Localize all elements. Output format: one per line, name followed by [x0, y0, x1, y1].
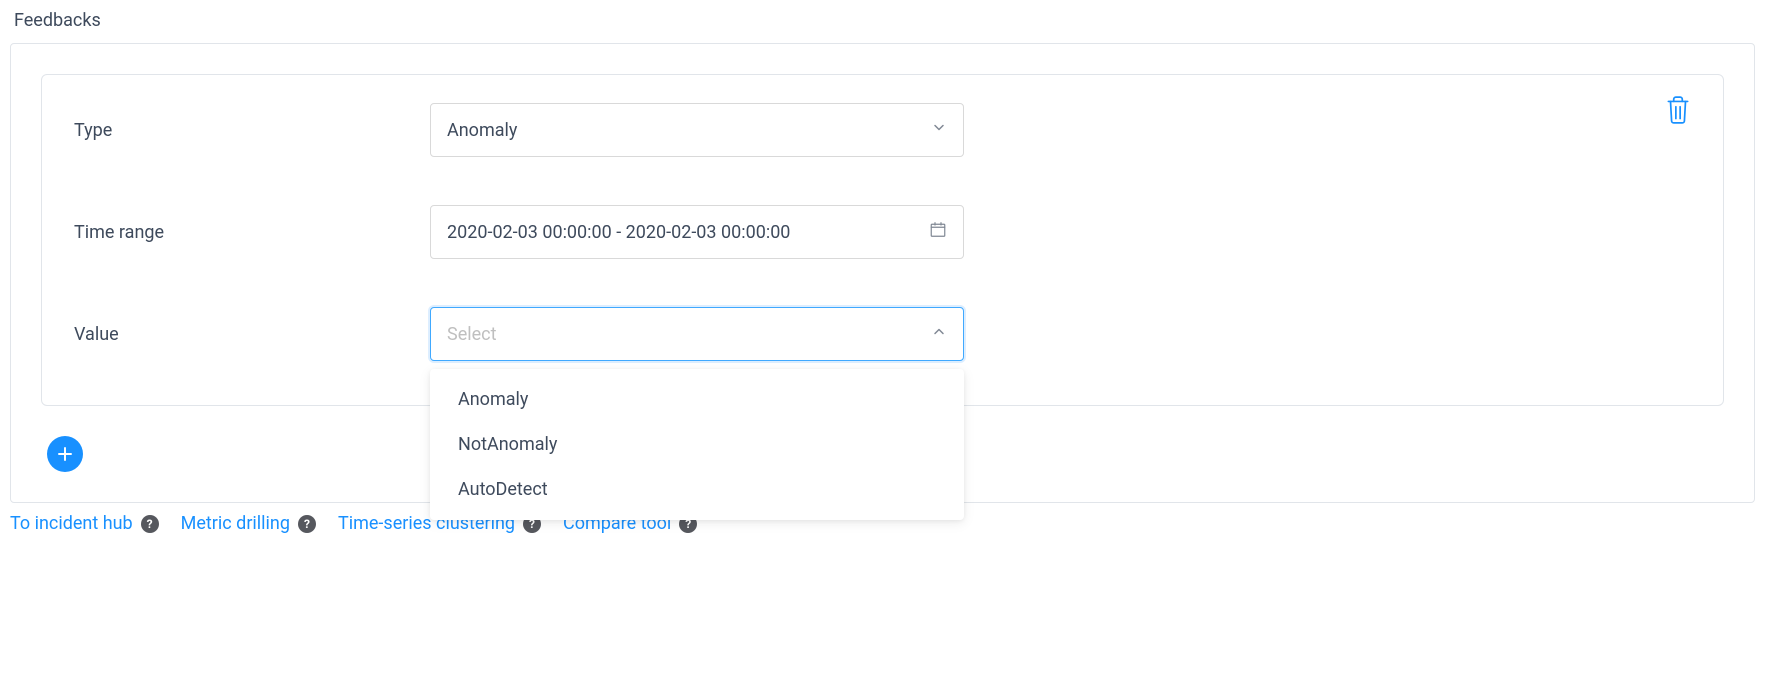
value-select[interactable]: Select [430, 307, 964, 361]
time-range-value: 2020-02-03 00:00:00 - 2020-02-03 00:00:0… [447, 222, 790, 243]
time-range-label: Time range [74, 222, 430, 243]
value-label: Value [74, 324, 430, 345]
value-option[interactable]: AutoDetect [430, 467, 964, 512]
trash-icon [1665, 95, 1691, 125]
help-icon[interactable]: ? [141, 515, 159, 533]
link-incident-hub[interactable]: To incident hub [10, 513, 133, 534]
calendar-icon [929, 221, 947, 244]
value-dropdown: Anomaly NotAnomaly AutoDetect [430, 369, 964, 520]
section-title: Feedbacks [14, 10, 1755, 31]
type-label: Type [74, 120, 430, 141]
type-select[interactable]: Anomaly [430, 103, 964, 157]
value-row: Value Select Anomaly NotAnomaly AutoDete… [74, 307, 1691, 361]
value-option[interactable]: NotAnomaly [430, 422, 964, 467]
help-icon[interactable]: ? [298, 515, 316, 533]
delete-button[interactable] [1665, 95, 1691, 128]
time-range-row: Time range 2020-02-03 00:00:00 - 2020-02… [74, 205, 1691, 259]
value-option[interactable]: Anomaly [430, 377, 964, 422]
chevron-down-icon [931, 120, 947, 141]
add-button[interactable] [47, 436, 83, 472]
type-select-value: Anomaly [447, 120, 517, 141]
feedback-card: Type Anomaly Time range 2020-02-03 00:00… [41, 74, 1724, 406]
time-range-input[interactable]: 2020-02-03 00:00:00 - 2020-02-03 00:00:0… [430, 205, 964, 259]
link-metric-drilling[interactable]: Metric drilling [181, 513, 290, 534]
value-select-placeholder: Select [447, 324, 496, 345]
type-row: Type Anomaly [74, 103, 1691, 157]
plus-icon [56, 445, 74, 463]
chevron-up-icon [931, 324, 947, 345]
feedbacks-panel: Type Anomaly Time range 2020-02-03 00:00… [10, 43, 1755, 503]
